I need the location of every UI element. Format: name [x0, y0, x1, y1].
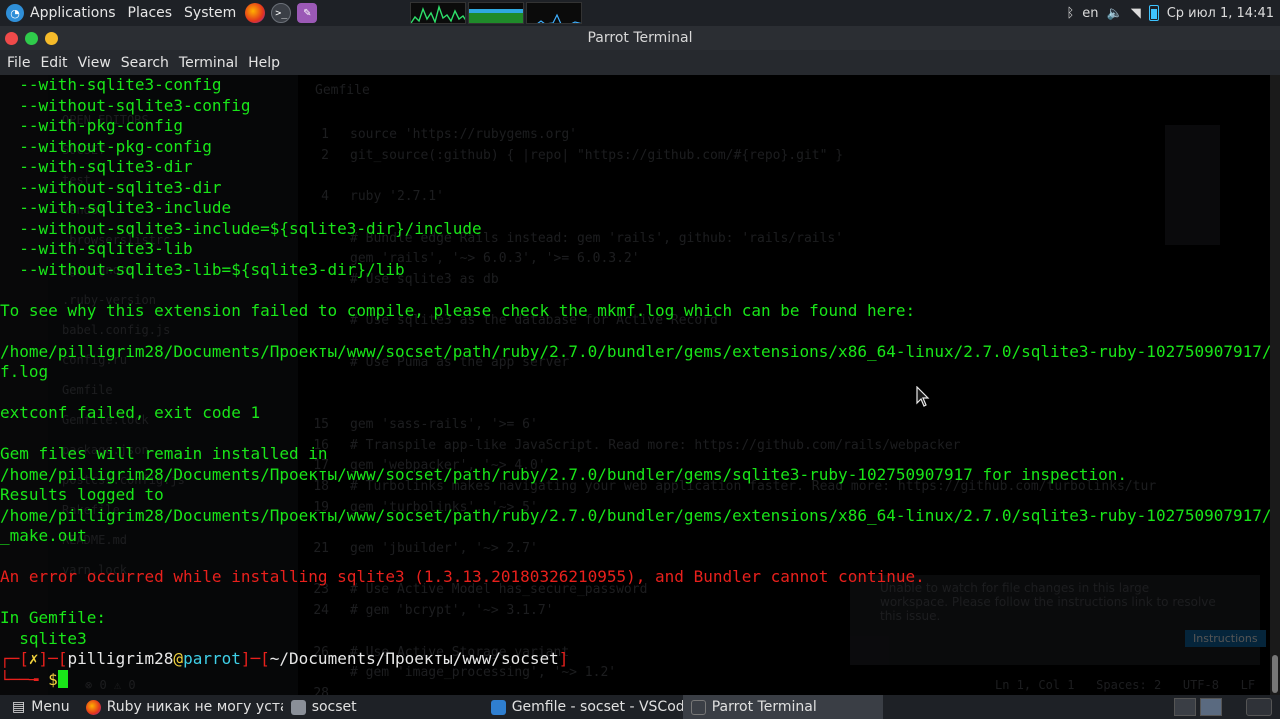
- keyboard-layout[interactable]: en: [1082, 6, 1098, 21]
- folder-icon: [290, 699, 306, 715]
- minimize-window-button[interactable]: [25, 32, 38, 45]
- menu-edit[interactable]: Edit: [36, 55, 71, 71]
- error-line: An error occurred while installing sqlit…: [0, 567, 925, 586]
- terminal-line: extconf failed, exit code 1: [0, 403, 261, 422]
- menu-icon: ▤: [12, 699, 26, 715]
- prompt-symbol: $: [48, 669, 58, 689]
- system-menu[interactable]: System: [178, 0, 242, 26]
- prompt-path: ~/Documents/Проекты/www/socset: [269, 649, 559, 668]
- close-window-button[interactable]: [5, 32, 18, 45]
- battery-icon[interactable]: [1148, 5, 1159, 21]
- terminal-line: /home/pilligrim28/Documents/Проекты/www/…: [0, 341, 1270, 361]
- terminal-cursor: [57, 669, 68, 688]
- terminal-line: --without-sqlite3-config: [0, 95, 251, 115]
- task-label-vscode: Gemfile - socset - VSCodi...: [511, 699, 683, 715]
- firefox-icon: [85, 699, 101, 715]
- places-menu[interactable]: Places: [122, 0, 179, 26]
- scrollbar-thumb[interactable]: [1272, 655, 1278, 693]
- menu-bar: File Edit View Search Terminal Help: [0, 50, 1280, 75]
- menu-search[interactable]: Search: [117, 55, 173, 71]
- task-label-socset: socset: [311, 699, 357, 715]
- menu-help[interactable]: Help: [244, 55, 284, 71]
- window-title: Parrot Terminal: [587, 30, 693, 46]
- bluetooth-icon[interactable]: ᛒ: [1066, 6, 1074, 21]
- memory-monitor[interactable]: [468, 2, 525, 24]
- terminal-line: /home/pilligrim28/Documents/Проекты/www/…: [0, 505, 1270, 525]
- clock[interactable]: Ср июл 1, 14:41: [1167, 6, 1274, 21]
- vscode-icon: [490, 699, 506, 715]
- terminal-scrollbar[interactable]: [1270, 75, 1280, 695]
- in-gemfile-line: In Gemfile:: [0, 608, 106, 627]
- terminal-icon: [690, 699, 706, 715]
- taskbar-task-socset[interactable]: socset: [283, 695, 483, 719]
- terminal-line: --with-sqlite3-config: [0, 75, 222, 94]
- mouse-pointer-icon: [916, 386, 930, 407]
- terminal-line: --without-sqlite3-include=${sqlite3-dir}…: [0, 218, 482, 238]
- taskbar-task-vscode[interactable]: Gemfile - socset - VSCodi...: [483, 695, 683, 719]
- prompt-host: parrot: [183, 649, 241, 668]
- terminal-line: --with-pkg-config: [0, 116, 184, 135]
- terminal-line: f.log: [0, 362, 49, 381]
- terminal-line: --without-sqlite3-dir: [0, 177, 222, 197]
- firefox-launcher-icon[interactable]: [245, 3, 266, 23]
- menu-view[interactable]: View: [74, 55, 115, 71]
- applications-menu[interactable]: ◔ Applications: [0, 0, 122, 26]
- input-line[interactable]: └──╼ $: [0, 669, 1270, 691]
- window-title-bar[interactable]: Parrot Terminal: [0, 26, 1280, 50]
- applications-label: Applications: [30, 5, 116, 21]
- taskbar-menu-button[interactable]: ▤ Menu: [0, 695, 78, 719]
- prompt-error-mark: ✗: [28, 649, 39, 668]
- terminal-line: --with-sqlite3-lib: [0, 239, 193, 258]
- task-label-terminal: Parrot Terminal: [711, 699, 817, 715]
- workspace-2[interactable]: [1200, 698, 1222, 716]
- workspace-1[interactable]: [1174, 698, 1196, 716]
- terminal-line: --with-sqlite3-dir: [0, 157, 193, 176]
- prompt-user: pilligrim28: [67, 649, 174, 668]
- prompt-line: ┌─[✗]─[pilligrim28@parrot]─[~/Documents/…: [0, 649, 569, 668]
- parrot-logo-icon: ◔: [6, 4, 24, 22]
- terminal-line: --without-sqlite3-lib=${sqlite3-dir}/lib: [0, 259, 405, 279]
- menu-label: Menu: [31, 699, 70, 715]
- menu-file[interactable]: File: [3, 55, 34, 71]
- terminal-launcher-icon[interactable]: >_: [271, 3, 292, 23]
- terminal-view[interactable]: Gemfile OPEN EDITORS SOCSET test vendor .bro…: [0, 75, 1270, 695]
- terminal-line: /home/pilligrim28/Documents/Проекты/www/…: [0, 464, 1128, 484]
- taskbar: ▤ Menu Ruby никак не могу устано... socs…: [0, 695, 1280, 719]
- terminal-line: To see why this extension failed to comp…: [0, 300, 916, 320]
- cpu-monitor[interactable]: [410, 2, 467, 24]
- terminal-line: Results logged to: [0, 485, 164, 504]
- terminal-line: Gem files will remain installed in: [0, 444, 328, 463]
- top-panel: ◔ Applications Places System >_ ✎ ᛒ en 🔈…: [0, 0, 1280, 26]
- terminal-line: _make.out: [0, 526, 87, 545]
- gemfile-entry-line: sqlite3: [0, 628, 87, 648]
- terminal-output: --with-sqlite3-config --without-sqlite3-…: [0, 75, 1270, 690]
- prompt-at: @: [173, 649, 184, 668]
- show-desktop-icon[interactable]: [1246, 698, 1272, 716]
- task-label-firefox: Ruby никак не могу устано...: [106, 699, 283, 715]
- maximize-window-button[interactable]: [45, 32, 58, 45]
- terminal-line: --without-pkg-config: [0, 136, 212, 156]
- menu-terminal[interactable]: Terminal: [175, 55, 242, 71]
- wifi-icon[interactable]: ◥: [1131, 6, 1141, 21]
- taskbar-task-firefox[interactable]: Ruby никак не могу устано...: [78, 695, 283, 719]
- taskbar-task-terminal[interactable]: Parrot Terminal: [682, 695, 883, 719]
- network-monitor[interactable]: [526, 2, 583, 24]
- terminal-line: --with-sqlite3-include: [0, 198, 232, 217]
- volume-icon[interactable]: 🔈: [1107, 6, 1123, 21]
- text-editor-launcher-icon[interactable]: ✎: [297, 3, 318, 23]
